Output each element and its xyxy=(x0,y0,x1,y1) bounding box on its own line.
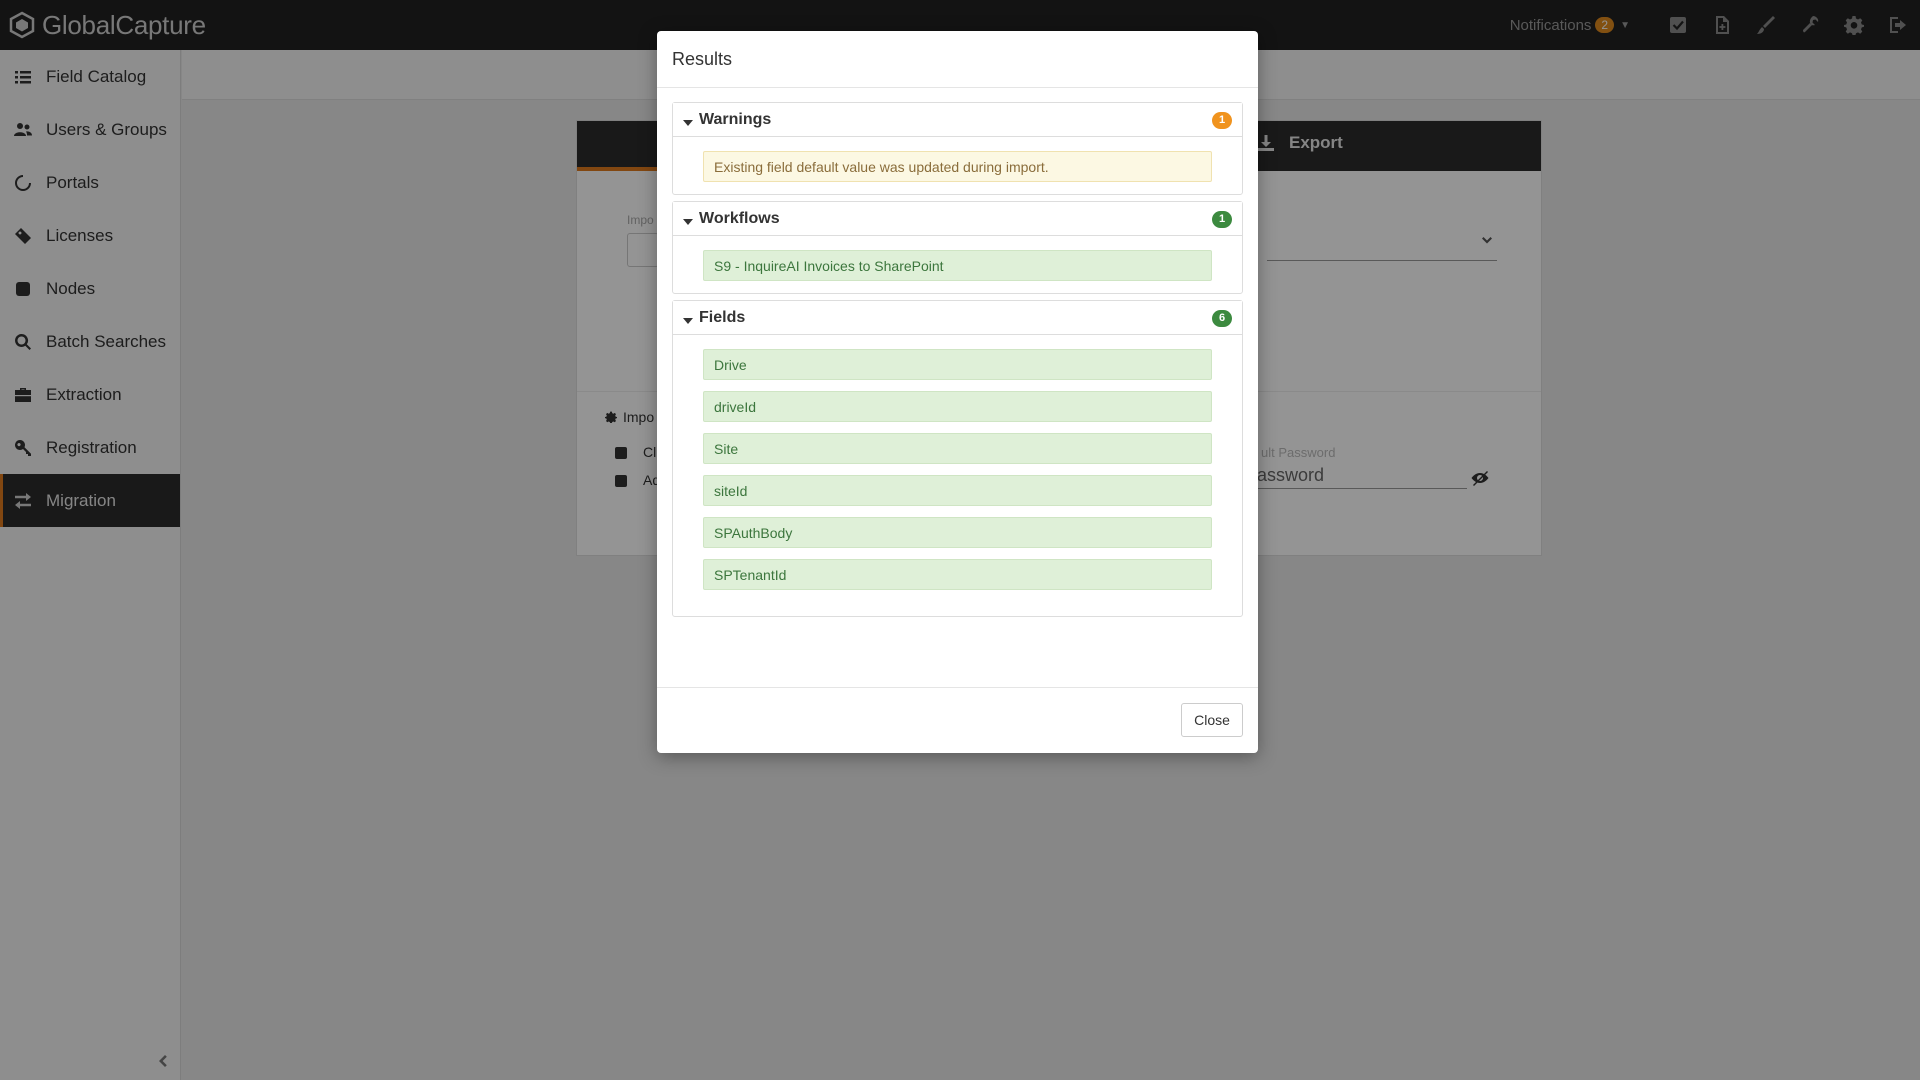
workflows-list: S9 - InquireAI Invoices to SharePoint xyxy=(673,236,1242,293)
workflows-section-header[interactable]: Workflows 1 xyxy=(673,202,1242,236)
workflows-section: Workflows 1 S9 - InquireAI Invoices to S… xyxy=(672,201,1243,294)
results-modal: Results Warnings 1 Existing field defaul… xyxy=(657,31,1258,753)
fields-title: Fields xyxy=(699,308,746,326)
list-item: Site xyxy=(703,433,1212,464)
fields-list: Drive driveId Site siteId SPAuthBody SPT… xyxy=(673,335,1242,616)
modal-body: Warnings 1 Existing field default value … xyxy=(657,88,1258,617)
close-button[interactable]: Close xyxy=(1181,703,1243,737)
modal-title: Results xyxy=(672,48,733,69)
warnings-count-badge: 1 xyxy=(1212,112,1232,129)
list-item: S9 - InquireAI Invoices to SharePoint xyxy=(703,250,1212,281)
triangle-down-icon xyxy=(683,313,693,324)
modal-header: Results xyxy=(657,31,1258,88)
triangle-down-icon xyxy=(683,115,693,126)
list-item: SPAuthBody xyxy=(703,517,1212,548)
modal-footer: Close xyxy=(657,687,1258,753)
fields-count-badge: 6 xyxy=(1212,310,1232,327)
fields-section-header[interactable]: Fields 6 xyxy=(673,301,1242,335)
warnings-list: Existing field default value was updated… xyxy=(673,137,1242,194)
workflows-count-badge: 1 xyxy=(1212,211,1232,228)
triangle-down-icon xyxy=(683,214,693,225)
workflows-title: Workflows xyxy=(699,209,780,227)
list-item: SPTenantId xyxy=(703,559,1212,590)
list-item: Existing field default value was updated… xyxy=(703,151,1212,182)
fields-section: Fields 6 Drive driveId Site siteId SPAut… xyxy=(672,300,1243,617)
warnings-section: Warnings 1 Existing field default value … xyxy=(672,102,1243,195)
list-item: siteId xyxy=(703,475,1212,506)
list-item: driveId xyxy=(703,391,1212,422)
warnings-title: Warnings xyxy=(699,110,772,128)
list-item: Drive xyxy=(703,349,1212,380)
warnings-section-header[interactable]: Warnings 1 xyxy=(673,103,1242,137)
